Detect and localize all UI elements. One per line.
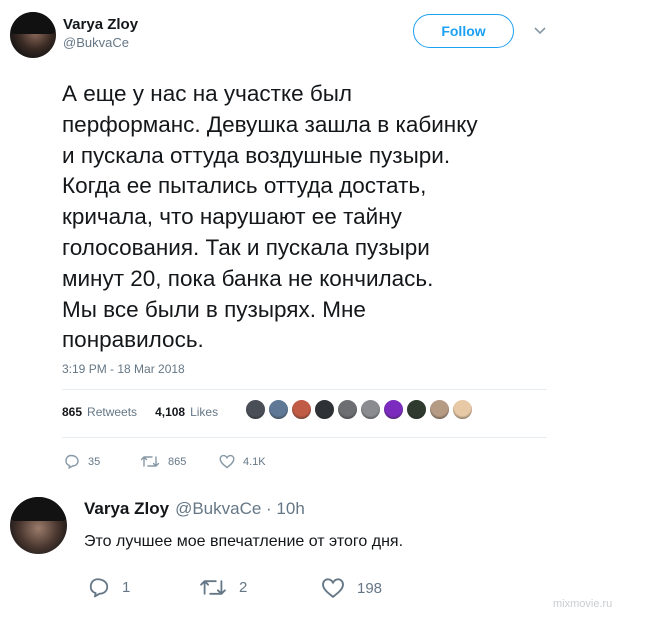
divider [62,437,547,438]
reply-retweet-action[interactable]: 2 [199,577,247,598]
reply-author-avatar[interactable] [10,497,67,554]
author-handle[interactable]: @BukvaCe [63,35,129,50]
likes-count[interactable]: 4,108 [155,405,185,419]
reply-icon [64,454,80,469]
retweets-label[interactable]: Retweets [87,405,137,419]
liker-avatar[interactable] [452,399,473,420]
liker-avatar[interactable] [245,399,266,420]
reply-text: Это лучшее мое впечатление от этого дня. [84,533,404,550]
liker-avatar[interactable] [314,399,335,420]
liker-avatar[interactable] [429,399,450,420]
tweet-stats: 865 Retweets 4,108 Likes [62,405,218,419]
reply-author-name[interactable]: Varya Zloy [84,499,169,519]
heart-icon [219,454,235,469]
retweets-count[interactable]: 865 [62,405,82,419]
reply-handle-time[interactable]: @BukvaCe · 10h [175,499,305,519]
reply-reply-action[interactable]: 1 [88,577,130,598]
retweet-count: 865 [168,455,187,468]
liker-avatar[interactable] [383,399,404,420]
tweet-text: А еще у нас на участке был перформанс. Д… [62,81,478,353]
reply-like-count: 198 [357,579,383,597]
heart-icon [321,577,345,599]
reply-retweet-count: 2 [239,579,248,596]
chevron-down-icon[interactable] [531,22,549,40]
author-avatar[interactable] [10,12,56,58]
liker-avatar[interactable] [268,399,289,420]
liker-avatar[interactable] [337,399,358,420]
liker-avatar[interactable] [406,399,427,420]
follow-button[interactable]: Follow [413,14,514,48]
like-action[interactable]: 4.1K [219,454,266,469]
author-display-name[interactable]: Varya Zloy [63,16,138,33]
reply-icon [88,577,110,598]
divider [62,389,547,390]
liker-avatar[interactable] [291,399,312,420]
retweet-icon [199,577,227,598]
retweet-icon [140,454,160,469]
reply-reply-count: 1 [122,579,131,596]
likes-label[interactable]: Likes [190,405,218,419]
like-count: 4.1K [243,455,266,468]
reply-header: Varya Zloy @BukvaCe · 10h [84,499,305,519]
liker-avatar[interactable] [360,399,381,420]
watermark: mixmovie.ru [553,598,613,610]
liker-avatars [245,399,473,420]
reply-action[interactable]: 35 [64,454,100,469]
tweet-timestamp[interactable]: 3:19 PM - 18 Mar 2018 [62,362,185,376]
reply-like-action[interactable]: 198 [321,577,382,599]
retweet-action[interactable]: 865 [140,454,186,469]
reply-count: 35 [88,455,101,468]
